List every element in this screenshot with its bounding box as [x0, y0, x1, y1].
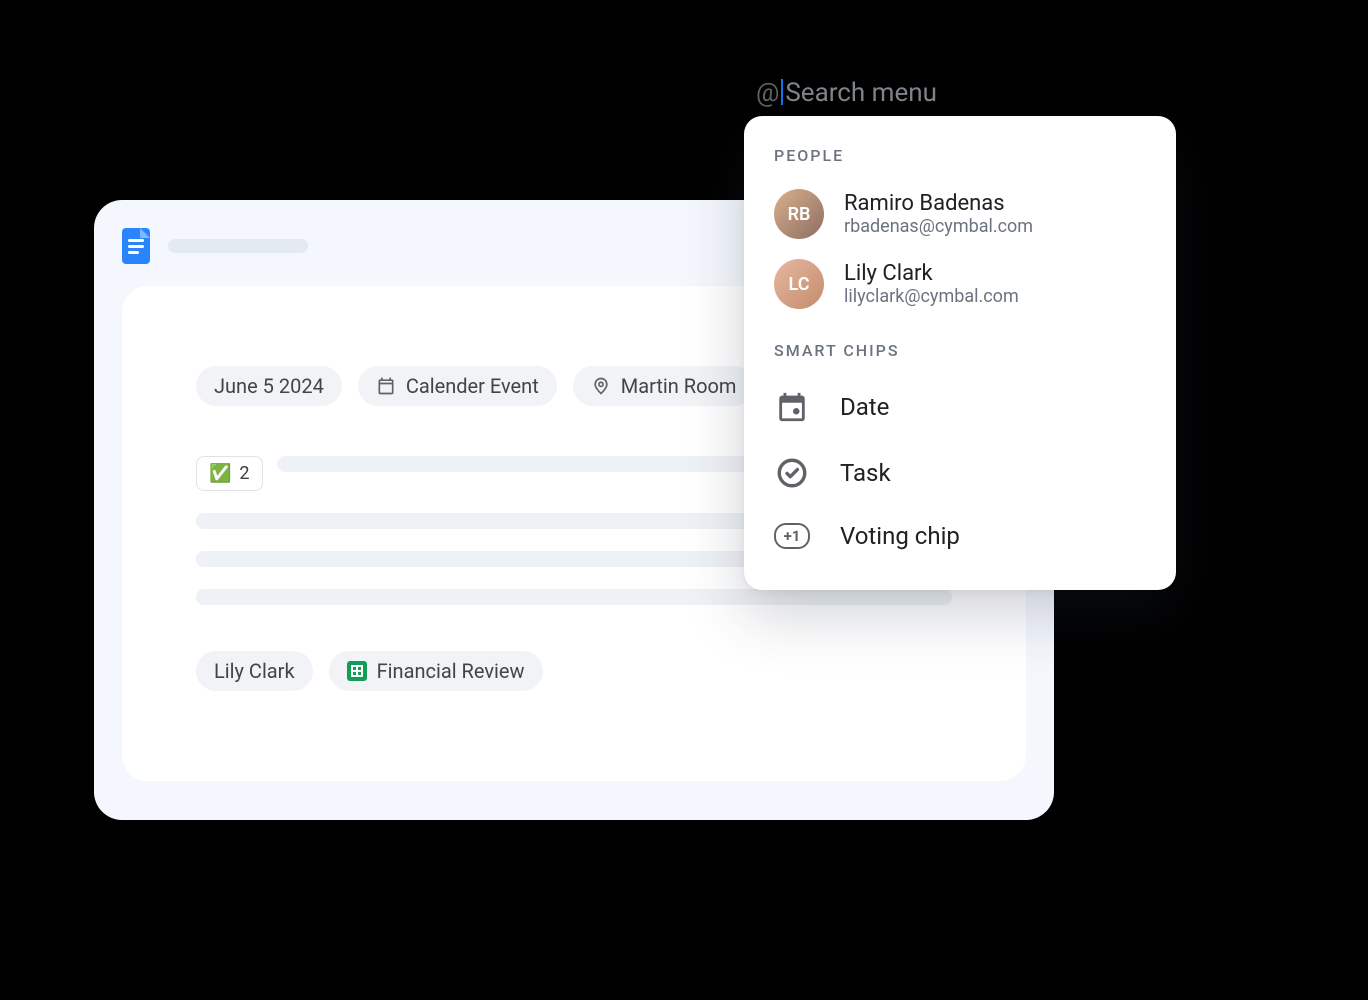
smart-chip-label: Task: [840, 459, 891, 487]
google-docs-icon: [122, 228, 150, 264]
calendar-icon: [376, 376, 396, 396]
sheets-icon: [347, 661, 367, 681]
smart-chip-task[interactable]: Task: [744, 440, 1176, 506]
smart-chips-section-label: SMART CHIPS: [744, 341, 1176, 374]
text-placeholder: [196, 589, 952, 605]
person-email: rbadenas@cymbal.com: [844, 216, 1033, 237]
smart-chip-date[interactable]: Date: [744, 374, 1176, 440]
person-name: Ramiro Badenas: [844, 191, 1033, 216]
vote-count: 2: [239, 463, 249, 484]
task-check-icon: [774, 456, 810, 490]
smart-chip-label: Voting chip: [840, 522, 960, 550]
check-icon: ✅: [209, 463, 231, 484]
at-mention-menu: PEOPLE RB Ramiro Badenas rbadenas@cymbal…: [744, 116, 1176, 590]
person-name: Lily Clark: [844, 261, 1019, 286]
at-symbol: @: [756, 78, 779, 108]
doc-title-placeholder: [168, 239, 308, 253]
person-item-ramiro[interactable]: RB Ramiro Badenas rbadenas@cymbal.com: [744, 179, 1176, 249]
voting-chip[interactable]: ✅ 2: [196, 456, 263, 491]
text-cursor: [781, 79, 783, 105]
avatar: LC: [774, 259, 824, 309]
date-chip-label: June 5 2024: [214, 374, 324, 398]
calendar-event-chip-label: Calender Event: [406, 374, 539, 398]
calendar-event-chip[interactable]: Calender Event: [358, 366, 557, 406]
date-chip[interactable]: June 5 2024: [196, 366, 342, 406]
plus-one-icon: +1: [774, 523, 810, 549]
chip-row-bottom: Lily Clark Financial Review: [196, 651, 952, 691]
smart-chip-label: Date: [840, 393, 889, 421]
file-chip[interactable]: Financial Review: [329, 651, 543, 691]
person-item-lily[interactable]: LC Lily Clark lilyclark@cymbal.com: [744, 249, 1176, 319]
room-chip-label: Martin Room: [621, 374, 737, 398]
file-chip-label: Financial Review: [377, 659, 525, 683]
smart-chip-voting[interactable]: +1 Voting chip: [744, 506, 1176, 566]
people-section-label: PEOPLE: [744, 146, 1176, 179]
search-placeholder: Search menu: [785, 78, 937, 108]
location-pin-icon: [591, 376, 611, 396]
avatar: RB: [774, 189, 824, 239]
person-chip[interactable]: Lily Clark: [196, 651, 313, 691]
calendar-date-icon: [774, 390, 810, 424]
room-chip[interactable]: Martin Room: [573, 366, 755, 406]
person-email: lilyclark@cymbal.com: [844, 286, 1019, 307]
person-chip-label: Lily Clark: [214, 659, 295, 683]
at-mention-trigger[interactable]: @ Search menu: [756, 75, 937, 108]
